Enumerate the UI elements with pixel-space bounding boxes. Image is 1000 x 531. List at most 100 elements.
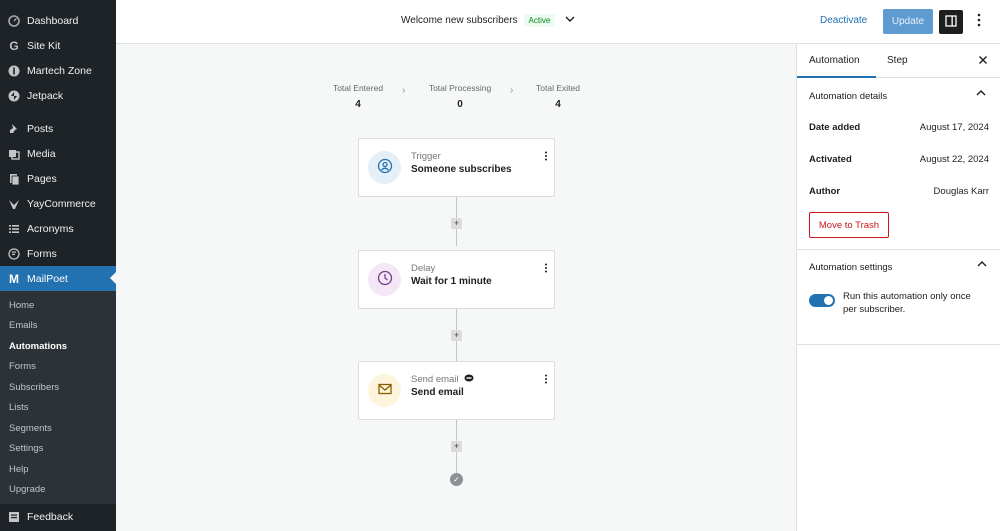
section-divider xyxy=(797,344,1000,345)
detail-key: Author xyxy=(809,186,841,197)
list-icon xyxy=(7,222,21,236)
mailpoet-icon: M xyxy=(9,271,19,286)
sidebar-item-label: Dashboard xyxy=(27,14,79,27)
step-type: Delay xyxy=(411,263,436,274)
yay-icon xyxy=(7,197,21,211)
site-kit-icon: G xyxy=(9,38,19,53)
stat-value: 4 xyxy=(355,99,361,110)
detail-value: August 22, 2024 xyxy=(919,154,989,165)
add-step-button[interactable]: + xyxy=(451,441,462,452)
chevron-right-icon: › xyxy=(510,85,514,96)
submenu-item-settings[interactable]: Settings xyxy=(0,439,116,460)
detail-key: Date added xyxy=(809,122,861,133)
clock-icon xyxy=(377,270,393,289)
submenu-item-home[interactable]: Home xyxy=(0,295,116,316)
sidebar-toggle-button[interactable] xyxy=(939,10,963,34)
detail-key: Activated xyxy=(809,154,852,165)
detail-value: Douglas Karr xyxy=(933,186,989,197)
automation-title: Welcome new subscribers xyxy=(401,15,518,26)
sidebar-panel-icon xyxy=(945,14,957,30)
sidebar-item-jetpack[interactable]: Jetpack xyxy=(0,83,116,108)
chevron-right-icon: › xyxy=(402,85,406,96)
chevron-down-icon[interactable] xyxy=(565,15,575,26)
submenu-item-lists[interactable]: Lists xyxy=(0,398,116,419)
submenu-item-subscribers[interactable]: Subscribers xyxy=(0,377,116,398)
step-menu-icon[interactable] xyxy=(544,151,548,162)
detail-value: August 17, 2024 xyxy=(919,122,989,133)
sidebar-item-label: Acronyms xyxy=(27,222,74,235)
step-icon-circle xyxy=(368,151,401,184)
pages-icon xyxy=(7,172,21,186)
sidebar-item-forms[interactable]: Forms xyxy=(0,241,116,266)
tab-automation[interactable]: Automation xyxy=(809,55,860,66)
step-menu-icon[interactable] xyxy=(544,263,548,274)
feedback-icon xyxy=(7,510,21,524)
sidebar-item-feedback[interactable]: Feedback xyxy=(0,503,116,531)
automation-title-area[interactable]: Welcome new subscribers Active xyxy=(401,14,575,27)
update-button[interactable]: Update xyxy=(883,9,933,34)
deactivate-button[interactable]: Deactivate xyxy=(820,15,867,26)
step-icon-circle xyxy=(368,374,401,407)
panel-tabs: Automation Step xyxy=(797,44,1000,78)
jetpack-icon xyxy=(7,89,21,103)
sidebar-item-label: Forms xyxy=(27,247,57,260)
sidebar-item-label: Feedback xyxy=(27,511,74,523)
submenu-item-segments[interactable]: Segments xyxy=(0,418,116,439)
sidebar-item-label: MailPoet xyxy=(27,272,68,285)
stat-value: 4 xyxy=(555,99,561,110)
sidebar-item-yaycommerce[interactable]: YayCommerce xyxy=(0,191,116,216)
run-once-toggle[interactable] xyxy=(809,294,835,307)
mailpoet-badge-icon xyxy=(464,374,474,385)
move-to-trash-button[interactable]: Move to Trash xyxy=(809,212,889,238)
automation-details-toggle[interactable]: Automation details xyxy=(797,80,1000,112)
sidebar-item-label: Site Kit xyxy=(27,39,61,52)
detail-row-date-added: Date added August 17, 2024 xyxy=(797,112,1000,144)
kebab-icon xyxy=(977,13,981,30)
sidebar-item-site-kit[interactable]: G Site Kit xyxy=(0,33,116,58)
pin-icon xyxy=(7,122,21,136)
stat-total-exited: Total Exited 4 xyxy=(530,83,586,110)
sidebar-item-acronyms[interactable]: Acronyms xyxy=(0,216,116,241)
step-send-email[interactable]: Send email Send email xyxy=(358,361,555,420)
sidebar-item-posts[interactable]: Posts xyxy=(0,116,116,141)
detail-row-author: Author Douglas Karr xyxy=(797,176,1000,208)
step-delay[interactable]: Delay Wait for 1 minute xyxy=(358,250,555,309)
close-icon[interactable] xyxy=(978,53,988,68)
sidebar-item-label: Posts xyxy=(27,122,54,135)
sidebar-item-mailpoet[interactable]: M MailPoet xyxy=(0,266,116,291)
section-title: Automation details xyxy=(809,90,888,102)
sidebar-item-label: Media xyxy=(27,147,56,160)
add-step-button[interactable]: + xyxy=(451,218,462,229)
submenu-item-automations[interactable]: Automations xyxy=(0,336,116,357)
submenu-item-forms[interactable]: Forms xyxy=(0,357,116,378)
envelope-icon xyxy=(377,381,393,400)
step-icon-circle xyxy=(368,263,401,296)
media-icon xyxy=(7,147,21,161)
editor-header: Welcome new subscribers Active Deactivat… xyxy=(116,0,1000,44)
detail-row-activated: Activated August 22, 2024 xyxy=(797,144,1000,176)
sidebar-item-pages[interactable]: Pages xyxy=(0,166,116,191)
step-trigger[interactable]: Trigger Someone subscribes xyxy=(358,138,555,197)
info-icon xyxy=(7,64,21,78)
stat-total-processing: Total Processing 0 xyxy=(422,83,498,110)
automation-canvas: Total Entered 4 › Total Processing 0 › T… xyxy=(116,45,796,531)
sidebar-item-label: Jetpack xyxy=(27,89,64,102)
submenu-item-emails[interactable]: Emails xyxy=(0,316,116,337)
automation-settings-toggle[interactable]: Automation settings xyxy=(797,251,1000,283)
sidebar-item-dashboard[interactable]: Dashboard xyxy=(0,8,116,33)
sidebar-item-martech-zone[interactable]: Martech Zone xyxy=(0,58,116,83)
sidebar-item-media[interactable]: Media xyxy=(0,141,116,166)
add-step-button[interactable]: + xyxy=(451,330,462,341)
sidebar-item-label: Pages xyxy=(27,172,57,185)
step-name: Wait for 1 minute xyxy=(411,276,492,287)
tab-step[interactable]: Step xyxy=(887,55,908,66)
more-options-button[interactable] xyxy=(972,13,986,29)
step-type: Send email xyxy=(411,374,459,385)
step-type: Trigger xyxy=(411,151,441,162)
step-menu-icon[interactable] xyxy=(544,374,548,385)
submenu-item-upgrade[interactable]: Upgrade xyxy=(0,480,116,501)
submenu-item-help[interactable]: Help xyxy=(0,459,116,480)
chevron-up-icon xyxy=(976,89,986,100)
step-type-wrap: Send email xyxy=(411,374,474,385)
forms-icon xyxy=(7,247,21,261)
